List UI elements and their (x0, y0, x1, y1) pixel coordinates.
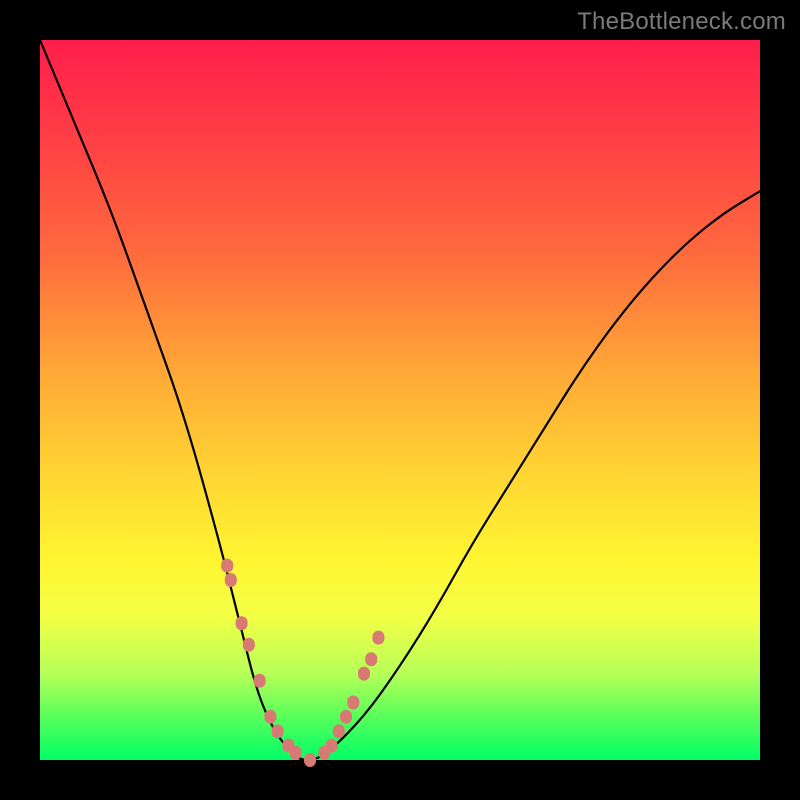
highlight-dot (326, 739, 338, 753)
watermark-text: TheBottleneck.com (577, 8, 786, 36)
highlight-dot (225, 573, 237, 587)
bottleneck-curve-path (40, 40, 760, 760)
highlight-dot (333, 724, 345, 738)
highlight-dot (221, 559, 233, 573)
highlight-dot (347, 695, 359, 709)
chart-frame: TheBottleneck.com (0, 0, 800, 800)
highlight-dot (254, 674, 266, 688)
highlight-dot (304, 753, 316, 767)
highlight-dot (272, 724, 284, 738)
highlight-dot (236, 616, 248, 630)
highlight-dot (243, 638, 255, 652)
curve-layer (40, 40, 760, 760)
plot-area (40, 40, 760, 760)
highlight-dot (290, 746, 302, 760)
highlight-dot (372, 631, 384, 645)
highlight-dot (264, 710, 276, 724)
highlight-dot (340, 710, 352, 724)
highlight-dot (365, 652, 377, 666)
highlight-dots-group (221, 559, 384, 767)
highlight-dot (358, 667, 370, 681)
